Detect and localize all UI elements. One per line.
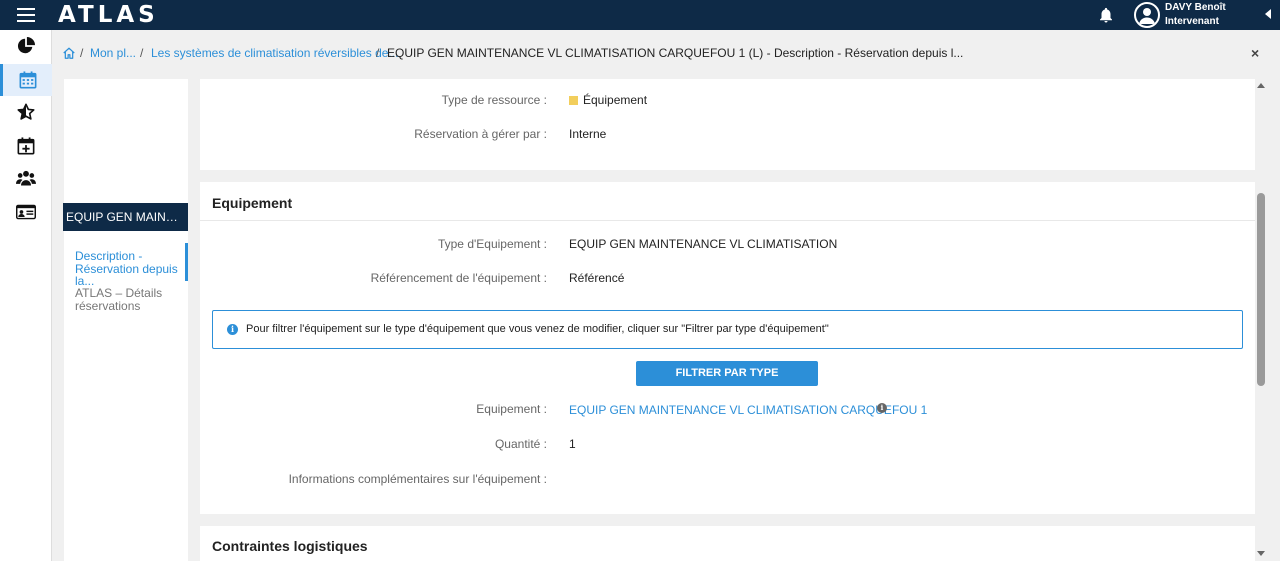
nav-new-reservation[interactable] (0, 130, 52, 162)
logistics-card-title: Contraintes logistiques (212, 538, 368, 554)
scroll-up-icon[interactable] (1257, 83, 1265, 88)
calendar-add-icon (17, 137, 35, 155)
breadcrumb-item-planning[interactable]: Mon pl... (90, 46, 136, 60)
resource-type-marker-icon (569, 96, 578, 105)
nav-users[interactable] (0, 162, 52, 194)
home-icon[interactable] (62, 46, 76, 60)
equipment-link[interactable]: EQUIP GEN MAINTENANCE VL CLIMATISATION C… (569, 403, 927, 417)
equipment-card-title: Equipement (212, 195, 293, 211)
app-logo[interactable]: ATLAS (58, 2, 159, 28)
close-icon[interactable]: × (1251, 45, 1259, 61)
side-panel (64, 79, 188, 561)
equipment-ref-label: Référencement de l'équipement : (370, 271, 547, 285)
resource-type-label: Type de ressource : (441, 93, 547, 107)
nav-calendar[interactable] (0, 64, 52, 96)
user-name[interactable]: DAVY Benoît (1165, 2, 1226, 13)
breadcrumb-separator: / (140, 46, 144, 60)
pie-chart-icon (17, 37, 35, 54)
side-link-label: réservations (75, 298, 141, 313)
quantity-value: 1 (569, 437, 576, 451)
equipment-type-label: Type d'Equipement : (437, 237, 547, 251)
nav-favorites[interactable] (0, 96, 52, 128)
filter-by-type-button[interactable]: FILTRER PAR TYPE D'ÉQUIPEMENT (636, 361, 818, 404)
resource-card: Type de ressource : Équipement Réservati… (200, 79, 1255, 170)
breadcrumb-item-current: EQUIP GEN MAINTENANCE VL CLIMATISATION C… (387, 46, 964, 60)
breadcrumb-item-systems[interactable]: Les systèmes de climatisation réversible… (151, 46, 398, 60)
scroll-down-icon[interactable] (1257, 551, 1265, 556)
left-nav (0, 30, 52, 561)
calendar-icon (19, 71, 36, 89)
additional-info-label: Informations complémentaires sur l'équip… (288, 472, 547, 486)
equipment-label: Equipement : (476, 402, 547, 416)
side-link-label: Réservation depuis la... (75, 261, 178, 288)
nav-contacts[interactable] (0, 196, 52, 228)
reservation-managed-by-value: Interne (569, 127, 607, 141)
bell-icon[interactable] (1097, 6, 1115, 24)
breadcrumb-separator: / (376, 46, 380, 60)
scrollbar-thumb[interactable] (1257, 193, 1265, 386)
side-panel-title: EQUIP GEN MAINTENA... (63, 203, 188, 231)
logistics-card: Contraintes logistiques (200, 526, 1255, 561)
hamburger-menu-icon[interactable] (17, 8, 35, 22)
info-icon: i (227, 324, 238, 335)
nav-dashboard[interactable] (0, 30, 52, 62)
info-box: i Pour filtrer l'équipement sur le type … (212, 310, 1243, 349)
id-card-icon (16, 204, 36, 220)
resource-type-text: Équipement (583, 93, 648, 107)
users-icon (16, 170, 36, 186)
side-link-label: Description - (75, 249, 143, 263)
equipment-type-value: EQUIP GEN MAINTENANCE VL CLIMATISATION (569, 237, 838, 251)
breadcrumb-separator: / (80, 46, 84, 60)
quantity-label: Quantité : (494, 437, 547, 451)
user-role: Intervenant (1165, 16, 1219, 27)
star-icon (17, 103, 35, 120)
info-text: Pour filtrer l'équipement sur le type d'… (246, 323, 829, 335)
resource-type-value: Équipement (569, 93, 647, 107)
card-divider (200, 220, 1255, 221)
equipment-info-icon[interactable]: i (877, 403, 887, 413)
side-link-description[interactable]: Description - Réservation depuis la... (64, 243, 188, 287)
side-link-atlas-details[interactable]: ATLAS – Détails réservations (64, 287, 188, 312)
equipment-card: Equipement Type d'Equipement : EQUIP GEN… (200, 182, 1255, 514)
equipment-ref-value: Référencé (569, 271, 625, 285)
breadcrumb: / Mon pl... / Les systèmes de climatisat… (52, 30, 1280, 77)
user-avatar-icon[interactable] (1134, 2, 1160, 28)
reservation-managed-by-label: Réservation à gérer par : (414, 127, 547, 141)
top-bar: ATLAS DAVY Benoît Intervenant (0, 0, 1280, 30)
side-link-label: ATLAS – Détails (75, 286, 163, 300)
collapse-arrow-icon[interactable] (1265, 9, 1271, 19)
